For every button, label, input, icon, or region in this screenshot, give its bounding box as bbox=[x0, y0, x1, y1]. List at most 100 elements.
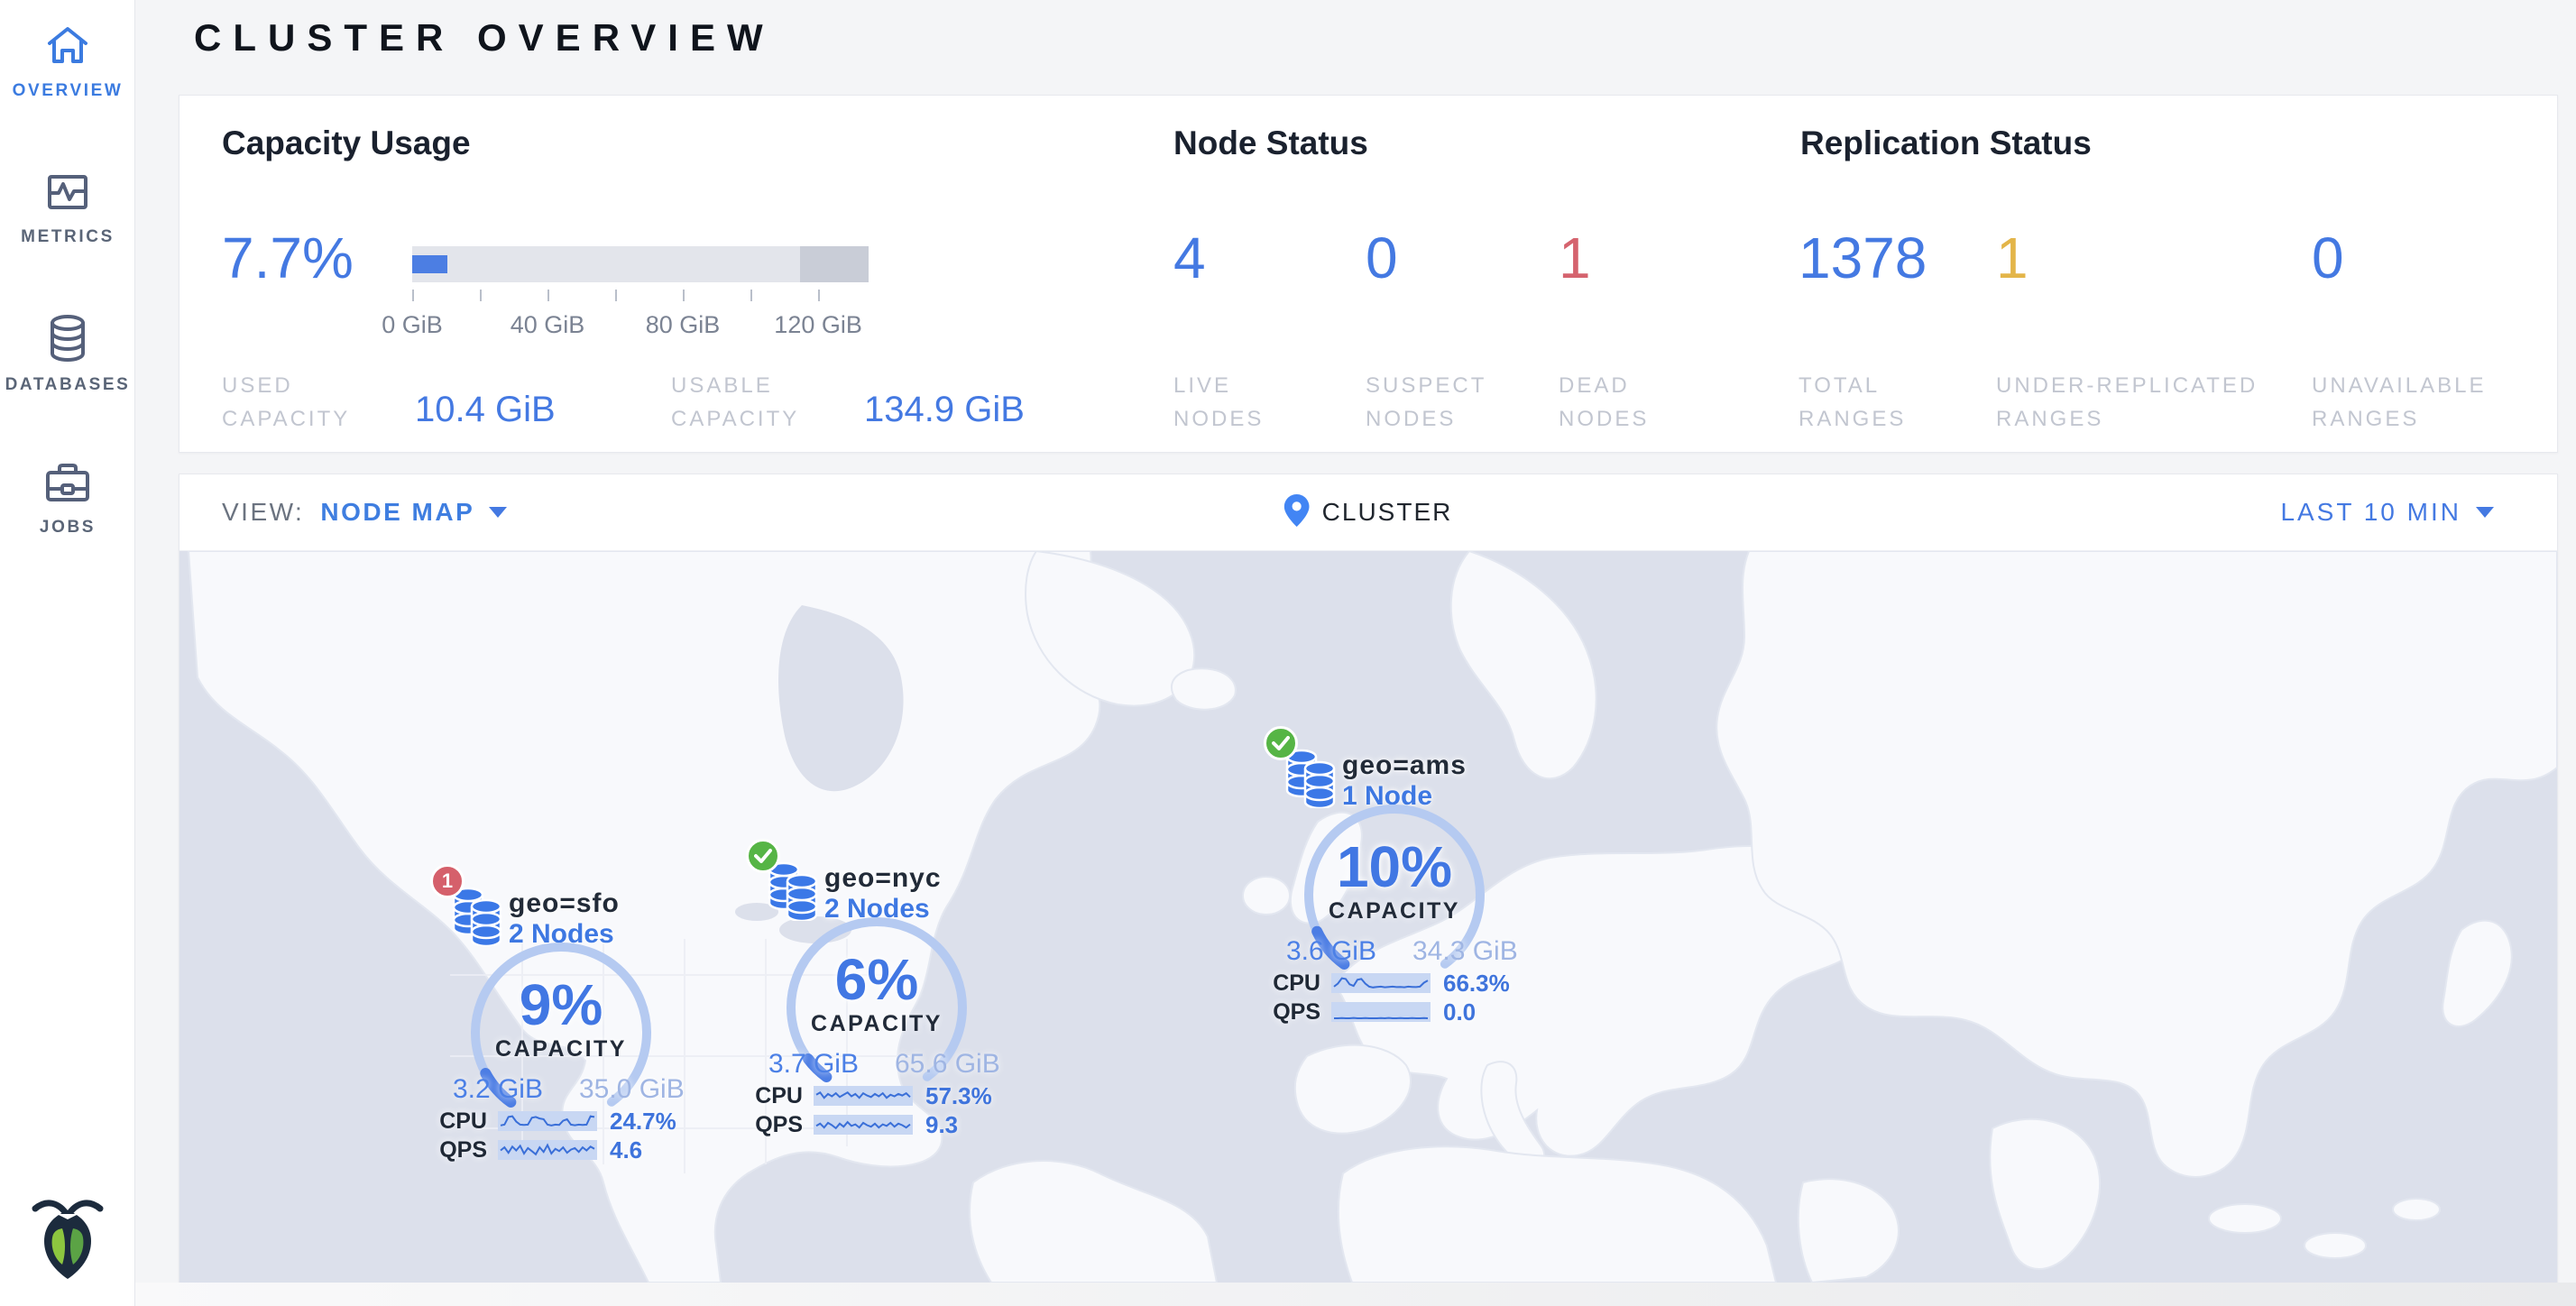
live-check-badge bbox=[746, 839, 780, 873]
live-nodes-label: LIVENODES bbox=[1173, 369, 1264, 436]
cluster-summary-panel: Capacity Usage 7.7% 0 GiB 40 GiB 80 GiB … bbox=[179, 95, 2558, 453]
axis-tick bbox=[547, 290, 549, 301]
capacity-bar-used bbox=[412, 255, 447, 273]
unavailable-ranges-label: UNAVAILABLERANGES bbox=[2312, 369, 2487, 436]
locality-used-capacity: 3.2 GiB bbox=[408, 1074, 543, 1105]
home-icon bbox=[45, 23, 90, 69]
time-range-dropdown[interactable]: LAST 10 MIN bbox=[2280, 498, 2494, 527]
gauge-caption: CAPACITY bbox=[462, 1036, 660, 1062]
gauge-caption: CAPACITY bbox=[777, 1011, 976, 1037]
locality-name: geo=sfo bbox=[509, 888, 620, 919]
metrics-icon bbox=[45, 170, 90, 215]
under-replicated-ranges-label: UNDER-REPLICATEDRANGES bbox=[1996, 369, 2258, 436]
locality-total-capacity: 35.0 GiB bbox=[579, 1074, 714, 1105]
cpu-sparkline bbox=[1331, 971, 1431, 995]
breadcrumb[interactable]: CLUSTER bbox=[1284, 494, 1453, 531]
gauge-percent: 10% bbox=[1295, 833, 1494, 900]
used-capacity-label: USEDCAPACITY bbox=[222, 369, 350, 436]
locality-total-capacity: 34.3 GiB bbox=[1412, 936, 1548, 967]
dead-nodes-label: DEADNODES bbox=[1559, 369, 1649, 436]
qps-value: 4.6 bbox=[597, 1136, 705, 1164]
cpu-label: CPU bbox=[408, 1108, 498, 1135]
chevron-down-icon bbox=[2476, 507, 2494, 518]
view-label: VIEW: bbox=[222, 498, 304, 527]
live-check-badge bbox=[1264, 726, 1298, 760]
total-ranges-count: 1378 bbox=[1799, 229, 1927, 287]
page-title: CLUSTER OVERVIEW bbox=[194, 16, 775, 60]
axis-tick bbox=[683, 290, 685, 301]
axis-tick bbox=[615, 290, 617, 301]
node-map-panel: VIEW: NODE MAP CLUSTER LAST 10 MIN bbox=[179, 474, 2558, 1283]
database-stack-icon bbox=[1284, 749, 1337, 813]
locality-name: geo=nyc bbox=[824, 863, 942, 894]
axis-tick bbox=[750, 290, 752, 301]
suspect-nodes-count: 0 bbox=[1366, 229, 1398, 287]
qps-value: 9.3 bbox=[913, 1111, 1021, 1139]
capacity-percent: 7.7% bbox=[222, 229, 354, 287]
sidebar-item-label: METRICS bbox=[21, 227, 115, 247]
dead-nodes-count: 1 bbox=[1559, 229, 1591, 287]
sidebar-item-jobs[interactable]: JOBS bbox=[0, 462, 135, 538]
locality-marker-nyc[interactable]: geo=nyc 2 Nodes 6% CAPACITY 3.7 GiB 65.6… bbox=[723, 836, 1030, 1170]
sidebar-item-label: JOBS bbox=[40, 518, 96, 538]
locality-total-capacity: 65.6 GiB bbox=[895, 1049, 1030, 1080]
under-replicated-ranges-count: 1 bbox=[1996, 229, 2029, 287]
cpu-sparkline bbox=[498, 1109, 597, 1133]
suspect-nodes-label: SUSPECTNODES bbox=[1366, 369, 1486, 436]
axis-tick bbox=[480, 290, 482, 301]
qps-label: QPS bbox=[1241, 999, 1331, 1025]
dead-node-badge: 1 bbox=[430, 864, 465, 898]
usable-capacity-value: 134.9 GiB bbox=[864, 390, 1025, 430]
cockroachdb-logo bbox=[23, 1189, 113, 1283]
view-mode-value: NODE MAP bbox=[320, 498, 474, 527]
cpu-label: CPU bbox=[1241, 970, 1331, 997]
time-range-value: LAST 10 MIN bbox=[2280, 498, 2461, 527]
qps-sparkline bbox=[814, 1113, 913, 1136]
view-mode-dropdown[interactable]: VIEW: NODE MAP bbox=[222, 498, 507, 527]
chevron-down-icon bbox=[489, 507, 507, 518]
capacity-bar: 0 GiB 40 GiB 80 GiB 120 GiB bbox=[412, 246, 869, 345]
usable-capacity-label: USABLECAPACITY bbox=[671, 369, 799, 436]
used-capacity-value: 10.4 GiB bbox=[415, 390, 556, 430]
qps-label: QPS bbox=[408, 1137, 498, 1163]
briefcase-icon bbox=[44, 462, 91, 505]
locality-name: geo=ams bbox=[1342, 750, 1467, 781]
database-icon bbox=[45, 314, 90, 363]
locality-marker-sfo[interactable]: 1 geo=sfo 2 Nodes 9% CAPACITY bbox=[408, 861, 714, 1195]
locality-used-capacity: 3.7 GiB bbox=[723, 1049, 859, 1080]
breadcrumb-label: CLUSTER bbox=[1322, 498, 1453, 527]
sidebar-item-overview[interactable]: OVERVIEW bbox=[0, 23, 135, 101]
cpu-sparkline bbox=[814, 1084, 913, 1108]
sidebar-item-databases[interactable]: DATABASES bbox=[0, 314, 135, 395]
qps-sparkline bbox=[498, 1138, 597, 1162]
sidebar-item-metrics[interactable]: METRICS bbox=[0, 170, 135, 247]
capacity-usage-heading: Capacity Usage bbox=[222, 124, 471, 162]
axis-tick-label: 80 GiB bbox=[646, 311, 721, 339]
axis-tick-label: 40 GiB bbox=[511, 311, 585, 339]
axis-tick-label: 0 GiB bbox=[382, 311, 443, 339]
qps-sparkline bbox=[1331, 1000, 1431, 1024]
node-status-heading: Node Status bbox=[1173, 124, 1368, 162]
sidebar-item-label: OVERVIEW bbox=[13, 81, 124, 101]
axis-tick-label: 120 GiB bbox=[774, 311, 862, 339]
total-ranges-label: TOTALRANGES bbox=[1799, 369, 1906, 436]
unavailable-ranges-count: 0 bbox=[2312, 229, 2344, 287]
sidebar: OVERVIEW METRICS DATABASES bbox=[0, 0, 135, 1306]
axis-tick bbox=[412, 290, 414, 301]
cpu-value: 57.3% bbox=[913, 1082, 1021, 1110]
map-toolbar: VIEW: NODE MAP CLUSTER LAST 10 MIN bbox=[179, 474, 2557, 551]
bottom-scroll-strip[interactable] bbox=[135, 1283, 2576, 1306]
sidebar-item-label: DATABASES bbox=[5, 375, 131, 395]
cpu-value: 66.3% bbox=[1431, 970, 1539, 998]
map-pin-icon bbox=[1284, 494, 1310, 531]
gauge-percent: 6% bbox=[777, 946, 976, 1013]
gauge-percent: 9% bbox=[462, 971, 660, 1038]
axis-tick bbox=[818, 290, 820, 301]
gauge-caption: CAPACITY bbox=[1295, 898, 1494, 924]
locality-marker-ams[interactable]: geo=ams 1 Node 10% CAPACITY 3.6 GiB 34.3… bbox=[1241, 723, 1548, 1057]
world-map[interactable]: 1 geo=sfo 2 Nodes 9% CAPACITY bbox=[179, 551, 2557, 1283]
cpu-label: CPU bbox=[723, 1083, 814, 1109]
cpu-value: 24.7% bbox=[597, 1108, 705, 1136]
replication-status-heading: Replication Status bbox=[1800, 124, 2092, 162]
capacity-bar-reserved bbox=[800, 246, 869, 282]
